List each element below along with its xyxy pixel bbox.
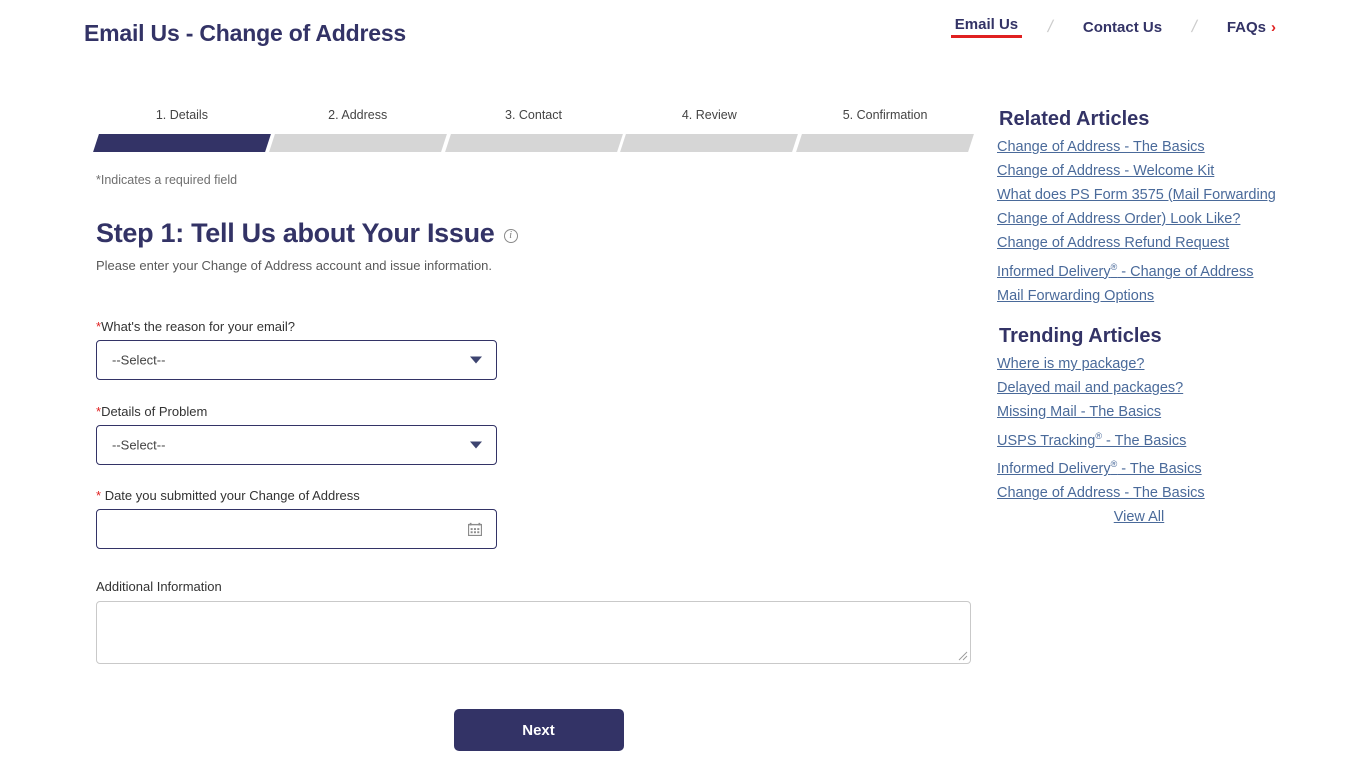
- list-item: USPS Tracking® - The Basics: [997, 424, 1297, 453]
- nav-link-email-us[interactable]: Email Us: [950, 16, 1023, 38]
- list-item: Where is my package?: [997, 352, 1297, 376]
- list-item: Change of Address - The Basics: [997, 481, 1297, 505]
- field-date-submitted: * Date you submitted your Change of Addr…: [96, 488, 971, 549]
- related-article-link-6[interactable]: Mail Forwarding Options: [997, 288, 1154, 304]
- required-asterisk: *: [96, 488, 102, 503]
- field-reason-label-text: What's the reason for your email?: [101, 319, 296, 334]
- field-additional-label: Additional Information: [96, 579, 222, 594]
- trending-article-link-5[interactable]: Informed Delivery® - The Basics: [997, 460, 1202, 478]
- page-header: Email Us - Change of Address Email Us / …: [0, 0, 1366, 62]
- related-articles-title: Related Articles: [999, 108, 1150, 130]
- field-reason: *What's the reason for your email? --Sel…: [96, 319, 971, 380]
- list-item: Change of Address - Welcome Kit: [997, 159, 1297, 183]
- step-bar-3[interactable]: [444, 134, 623, 152]
- step-subheading: Please enter your Change of Address acco…: [96, 258, 493, 273]
- trending-article-link-2[interactable]: Delayed mail and packages?: [997, 380, 1183, 396]
- list-item: Missing Mail - The Basics: [997, 400, 1297, 424]
- date-input-wrapper[interactable]: [96, 509, 497, 549]
- nav-link-faqs-label: FAQs: [1226, 18, 1266, 36]
- trending-article-link-4[interactable]: USPS Tracking® - The Basics: [997, 431, 1186, 449]
- trending-article-link-3[interactable]: Missing Mail - The Basics: [997, 404, 1161, 420]
- additional-information-textarea[interactable]: [97, 602, 970, 663]
- required-field-note: *Indicates a required field: [96, 173, 238, 187]
- list-item: Mail Forwarding Options: [997, 284, 1297, 308]
- details-select[interactable]: --Select--: [96, 425, 497, 465]
- nav-link-faqs[interactable]: FAQs ›: [1223, 19, 1280, 36]
- field-date-label: * Date you submitted your Change of Addr…: [96, 488, 971, 503]
- next-button[interactable]: Next: [453, 709, 624, 751]
- issue-form: *What's the reason for your email? --Sel…: [96, 319, 971, 751]
- calendar-icon[interactable]: [468, 522, 482, 536]
- nav-separator: /: [1190, 17, 1199, 36]
- required-asterisk: *: [96, 404, 102, 419]
- details-select-value: --Select--: [112, 437, 166, 453]
- step-label-5: 5. Confirmation: [842, 108, 928, 122]
- field-details-label-text: Details of Problem: [101, 404, 208, 419]
- chevron-down-icon: [470, 356, 482, 364]
- step-bar-2[interactable]: [268, 134, 447, 152]
- step-bar-1[interactable]: [93, 134, 271, 152]
- stepper-bars: [93, 134, 974, 152]
- list-item: Change of Address - The Basics: [997, 135, 1297, 159]
- info-icon[interactable]: i: [503, 228, 518, 243]
- field-reason-label: *What's the reason for your email?: [96, 319, 971, 334]
- list-item: Informed Delivery® - Change of Address: [997, 255, 1297, 284]
- field-date-label-text: Date you submitted your Change of Addres…: [104, 488, 360, 503]
- related-article-link-3[interactable]: What does PS Form 3575 (Mail Forwarding …: [997, 187, 1276, 227]
- list-item: Informed Delivery® - The Basics: [997, 453, 1297, 482]
- nav-separator: /: [1046, 17, 1056, 36]
- additional-textarea-wrapper[interactable]: [96, 601, 971, 664]
- chevron-down-icon: [470, 441, 482, 449]
- sidebar: Related Articles Change of Address - The…: [997, 108, 1297, 529]
- step-label-3: 3. Contact: [505, 108, 562, 122]
- step-bar-5[interactable]: [796, 134, 974, 152]
- related-article-link-2[interactable]: Change of Address - Welcome Kit: [997, 163, 1214, 179]
- progress-stepper: 1. Details 2. Address 3. Contact 4. Review 5…: [93, 108, 974, 152]
- step-label-1: 1. Details: [155, 108, 208, 122]
- reason-select-value: --Select--: [112, 352, 166, 368]
- stepper-labels: 1. Details 2. Address 3. Contact 4. Review 5…: [96, 108, 971, 128]
- step-label-4: 4. Review: [681, 108, 737, 122]
- page-title: Email Us - Change of Address: [84, 20, 407, 46]
- form-actions: Next: [96, 709, 971, 751]
- main-content: 1. Details 2. Address 3. Contact 4. Review 5…: [93, 108, 974, 751]
- step-label-2: 2. Address: [328, 108, 388, 122]
- field-details-label: *Details of Problem: [96, 404, 971, 419]
- field-details: *Details of Problem --Select--: [96, 404, 971, 465]
- trending-article-link-1[interactable]: Where is my package?: [997, 356, 1144, 372]
- nav-link-contact-us[interactable]: Contact Us: [1079, 19, 1166, 36]
- trending-article-link-6[interactable]: Change of Address - The Basics: [997, 485, 1205, 501]
- list-item: What does PS Form 3575 (Mail Forwarding …: [997, 183, 1297, 231]
- view-all-row: View All: [997, 505, 1297, 529]
- trending-articles-title: Trending Articles: [999, 324, 1162, 347]
- related-article-link-1[interactable]: Change of Address - The Basics: [997, 139, 1205, 155]
- view-all-link[interactable]: View All: [1114, 509, 1165, 525]
- related-article-link-5[interactable]: Informed Delivery® - Change of Address: [997, 262, 1254, 280]
- step-heading: Step 1: Tell Us about Your Issue i: [96, 218, 971, 249]
- related-article-link-4[interactable]: Change of Address Refund Request: [997, 235, 1229, 251]
- list-item: Delayed mail and packages?: [997, 376, 1297, 400]
- chevron-right-icon: ›: [1271, 18, 1276, 36]
- step-bar-4[interactable]: [620, 134, 799, 152]
- related-articles-list: Change of Address - The Basics Change of …: [997, 135, 1297, 308]
- reason-select[interactable]: --Select--: [96, 340, 497, 380]
- trending-articles-list: Where is my package? Delayed mail and pac…: [997, 352, 1297, 506]
- required-asterisk: *: [96, 319, 102, 334]
- list-item: Change of Address Refund Request: [997, 231, 1297, 255]
- date-input[interactable]: [97, 510, 496, 548]
- field-additional-information: Additional Information: [96, 579, 971, 664]
- top-navigation: Email Us / Contact Us / FAQs ›: [950, 16, 1280, 38]
- step-heading-text: Step 1: Tell Us about Your Issue: [96, 218, 495, 248]
